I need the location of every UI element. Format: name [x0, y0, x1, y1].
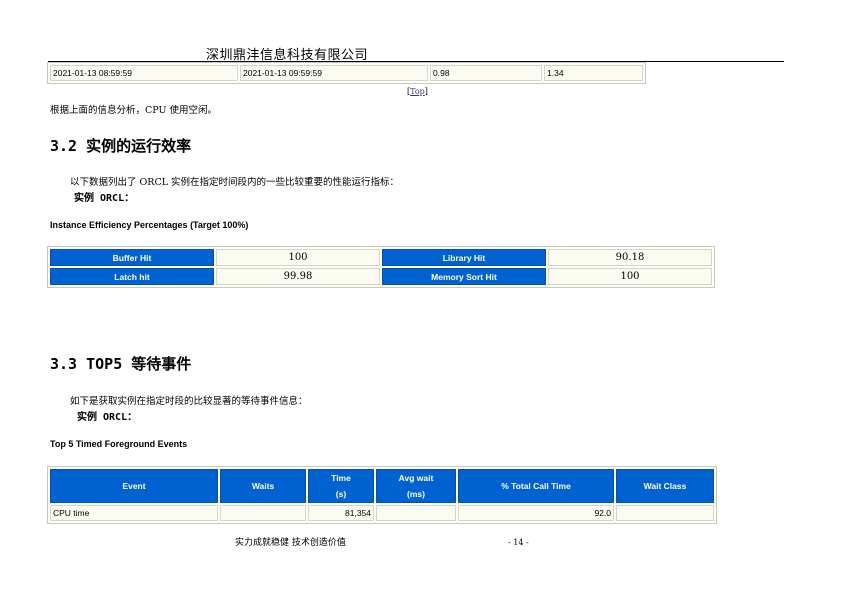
- page-number: - 14 -: [508, 538, 529, 547]
- table-row: Buffer Hit 100 Library Hit 90.18: [50, 249, 712, 266]
- col-header-time: Time (s): [308, 469, 374, 503]
- event-cell: CPU time: [50, 505, 218, 521]
- begin-time-cell: 2021-01-13 08:59:59: [50, 65, 238, 81]
- col-header-pct-total: % Total Call Time: [458, 469, 614, 503]
- table-caption: Instance Efficiency Percentages (Target …: [50, 220, 249, 230]
- wait-class-cell: [616, 505, 714, 521]
- table-header-row: Event Waits Time (s) Avg wait (ms) % Total…: [50, 469, 714, 503]
- value-cell: 1.34: [544, 65, 643, 81]
- col-header-avg-wait: Avg wait (ms): [376, 469, 456, 503]
- top-link-wrapper: [Top]: [407, 87, 428, 96]
- metric-label: Latch hit: [50, 268, 214, 285]
- metric-value: 100: [216, 249, 380, 266]
- waits-cell: [220, 505, 306, 521]
- metric-label: Buffer Hit: [50, 249, 214, 266]
- instance-label: 实例 ORCL：: [74, 193, 135, 204]
- metric-value: 90.18: [548, 249, 712, 266]
- instance-label: 实例 ORCL：: [77, 412, 138, 423]
- footer-slogan: 实力成就稳健 技术创造价值: [235, 538, 346, 548]
- top5-events-table: Event Waits Time (s) Avg wait (ms) % Total…: [47, 466, 717, 524]
- analysis-paragraph: 根据上面的信息分析，CPU 使用空闲。: [50, 105, 218, 116]
- col-header-waits: Waits: [220, 469, 306, 503]
- metric-value: 100: [548, 268, 712, 285]
- top-link[interactable]: Top: [410, 87, 425, 96]
- instance-efficiency-table: Buffer Hit 100 Library Hit 90.18 Latch h…: [47, 246, 715, 288]
- time-range-table: 2021-01-13 08:59:59 2021-01-13 09:59:59 …: [47, 62, 646, 84]
- table-row: 2021-01-13 08:59:59 2021-01-13 09:59:59 …: [50, 65, 643, 81]
- col-header-event: Event: [50, 469, 218, 503]
- section-heading-3-2: 3.2 实例的运行效率: [50, 137, 192, 155]
- col-header-wait-class: Wait Class: [616, 469, 714, 503]
- metric-value: 99.98: [216, 268, 380, 285]
- avg-wait-cell: [376, 505, 456, 521]
- pct-cell: 92.0: [458, 505, 614, 521]
- metric-label: Library Hit: [382, 249, 546, 266]
- table-row: Latch hit 99.98 Memory Sort Hit 100: [50, 268, 712, 285]
- time-cell: 81,354: [308, 505, 374, 521]
- end-time-cell: 2021-01-13 09:59:59: [240, 65, 428, 81]
- table-caption: Top 5 Timed Foreground Events: [50, 439, 188, 449]
- table-row: CPU time 81,354 92.0: [50, 505, 714, 521]
- section-intro: 如下是获取实例在指定时段的比较显著的等待事件信息：: [70, 396, 308, 407]
- section-heading-3-3: 3.3 TOP5 等待事件: [50, 355, 192, 373]
- metric-label: Memory Sort Hit: [382, 268, 546, 285]
- value-cell: 0.98: [430, 65, 542, 81]
- section-intro: 以下数据列出了 ORCL 实例在指定时间段内的一些比较重要的性能运行指标：: [70, 177, 400, 188]
